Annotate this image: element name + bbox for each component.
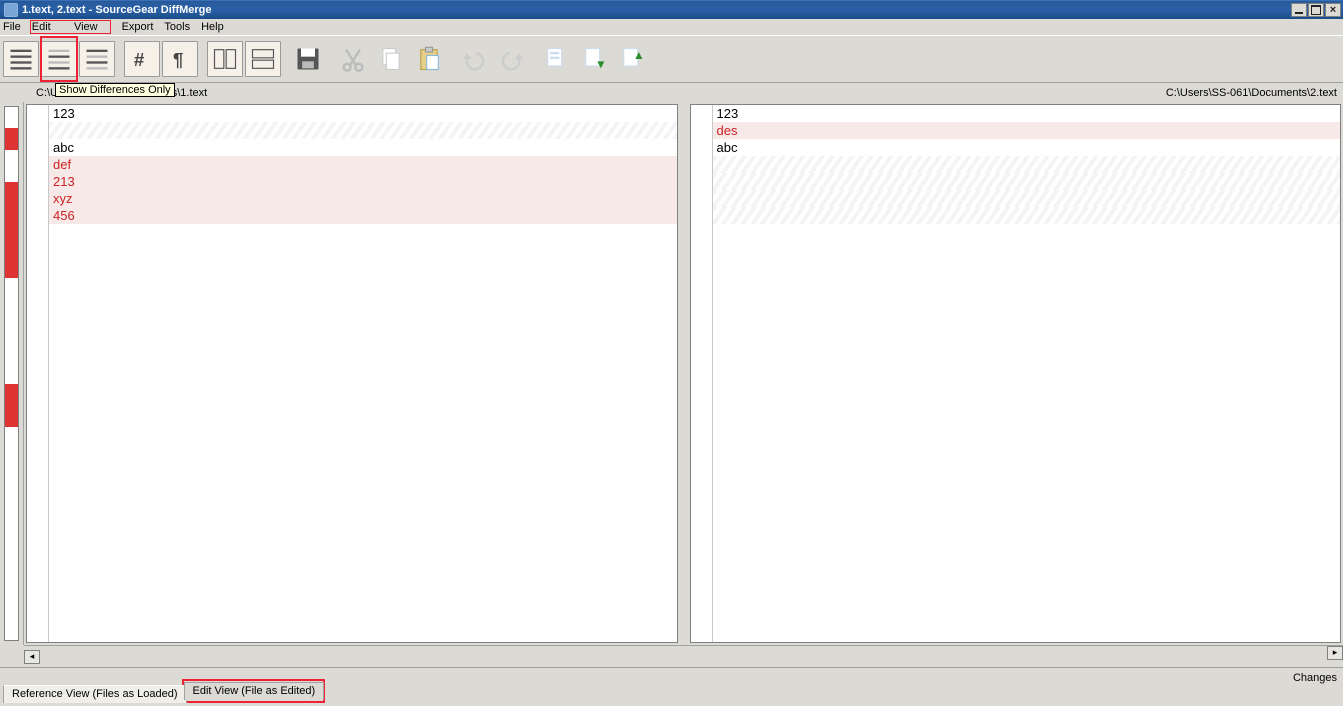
window-title: 1.text, 2.text - SourceGear DiffMerge: [22, 4, 212, 16]
menu-view[interactable]: View: [74, 21, 98, 33]
first-diff-icon[interactable]: [615, 41, 651, 77]
line-text: [713, 207, 717, 224]
code-line[interactable]: 3abc: [713, 139, 1341, 156]
line-numbers-icon[interactable]: #: [124, 41, 160, 77]
line-text: [713, 190, 717, 207]
svg-text:¶: ¶: [173, 49, 183, 70]
close-button[interactable]: [1325, 3, 1341, 17]
copy-icon[interactable]: [373, 41, 409, 77]
line-text: 123: [713, 105, 739, 122]
title-bar: 1.text, 2.text - SourceGear DiffMerge: [0, 0, 1343, 19]
right-file-path: C:\Users\SS-061\Documents\2.text: [1166, 87, 1337, 99]
overview-mark: [5, 182, 18, 278]
maximize-button[interactable]: [1308, 3, 1324, 17]
menu-tools[interactable]: Tools: [164, 21, 190, 33]
line-text: [49, 122, 53, 139]
app-icon: [4, 3, 18, 17]
menu-edit[interactable]: Edit: [32, 21, 51, 33]
line-text: 123: [49, 105, 75, 122]
code-line[interactable]: [49, 122, 677, 139]
tab-reference-view[interactable]: Reference View (Files as Loaded): [3, 685, 187, 703]
pilcrow-icon[interactable]: ¶: [162, 41, 198, 77]
window-buttons: [1291, 3, 1341, 17]
line-text: xyz: [49, 190, 73, 207]
cut-icon[interactable]: [335, 41, 371, 77]
split-horizontal-icon[interactable]: [245, 41, 281, 77]
code-line[interactable]: 5xyz: [49, 190, 677, 207]
overview-mark: [5, 384, 18, 427]
save-icon[interactable]: [290, 41, 326, 77]
svg-text:#: #: [134, 49, 145, 70]
menu-file[interactable]: File: [3, 21, 21, 33]
undo-icon[interactable]: [456, 41, 492, 77]
show-all-icon[interactable]: [3, 41, 39, 77]
tab-edit-view[interactable]: Edit View (File as Edited): [184, 682, 325, 700]
line-text: 456: [49, 207, 75, 224]
changes-label: Changes: [1293, 672, 1337, 684]
code-line[interactable]: [713, 156, 1341, 173]
tab-reference-label: Reference View (Files as Loaded): [12, 688, 178, 700]
code-line[interactable]: [713, 190, 1341, 207]
toolbar: # ¶: [0, 35, 1343, 83]
highlight-edit-tab: Edit View (File as Edited): [182, 679, 326, 703]
horizontal-scrollbar[interactable]: [24, 645, 1343, 661]
tab-edit-label: Edit View (File as Edited): [193, 685, 316, 697]
minimize-button[interactable]: [1291, 3, 1307, 17]
code-line[interactable]: 1123: [713, 105, 1341, 122]
code-line[interactable]: 2des: [713, 122, 1341, 139]
menu-help[interactable]: Help: [201, 21, 224, 33]
scroll-left-button[interactable]: [24, 650, 40, 664]
status-bar: Changes Reference View (Files as Loaded)…: [0, 667, 1343, 706]
overview-strip[interactable]: [0, 102, 24, 645]
show-diffs-only-icon[interactable]: [41, 41, 77, 77]
code-line[interactable]: 4213: [49, 173, 677, 190]
line-text: abc: [713, 139, 738, 156]
split-vertical-icon[interactable]: [207, 41, 243, 77]
code-line[interactable]: [713, 207, 1341, 224]
code-line[interactable]: 2abc: [49, 139, 677, 156]
line-text: des: [713, 122, 738, 139]
left-pane[interactable]: 1123 2abc3def42135xyz6456: [26, 104, 678, 643]
line-text: [713, 156, 717, 173]
code-line[interactable]: 6456: [49, 207, 677, 224]
overview-mark: [5, 128, 18, 149]
line-text: 213: [49, 173, 75, 190]
menu-export[interactable]: Export: [122, 21, 154, 33]
scroll-right-button[interactable]: [1327, 646, 1343, 660]
code-line[interactable]: 3def: [49, 156, 677, 173]
menu-edit-view-highlight: Edit View: [30, 20, 111, 34]
menu-bar: File Edit View Export Tools Help: [0, 19, 1343, 35]
paste-icon[interactable]: [411, 41, 447, 77]
prev-diff-icon[interactable]: [539, 41, 575, 77]
next-diff-icon[interactable]: [577, 41, 613, 77]
redo-icon[interactable]: [494, 41, 530, 77]
show-equal-only-icon[interactable]: [79, 41, 115, 77]
code-line[interactable]: [713, 173, 1341, 190]
line-text: [713, 173, 717, 190]
right-pane[interactable]: 11232des3abc: [690, 104, 1342, 643]
tooltip-show-diffs-only: Show Differences Only: [55, 83, 175, 97]
line-text: abc: [49, 139, 74, 156]
file-paths-bar: Show Differences Only C:\Users\SS-061\Do…: [0, 84, 1343, 102]
line-text: def: [49, 156, 71, 173]
code-line[interactable]: 1123: [49, 105, 677, 122]
